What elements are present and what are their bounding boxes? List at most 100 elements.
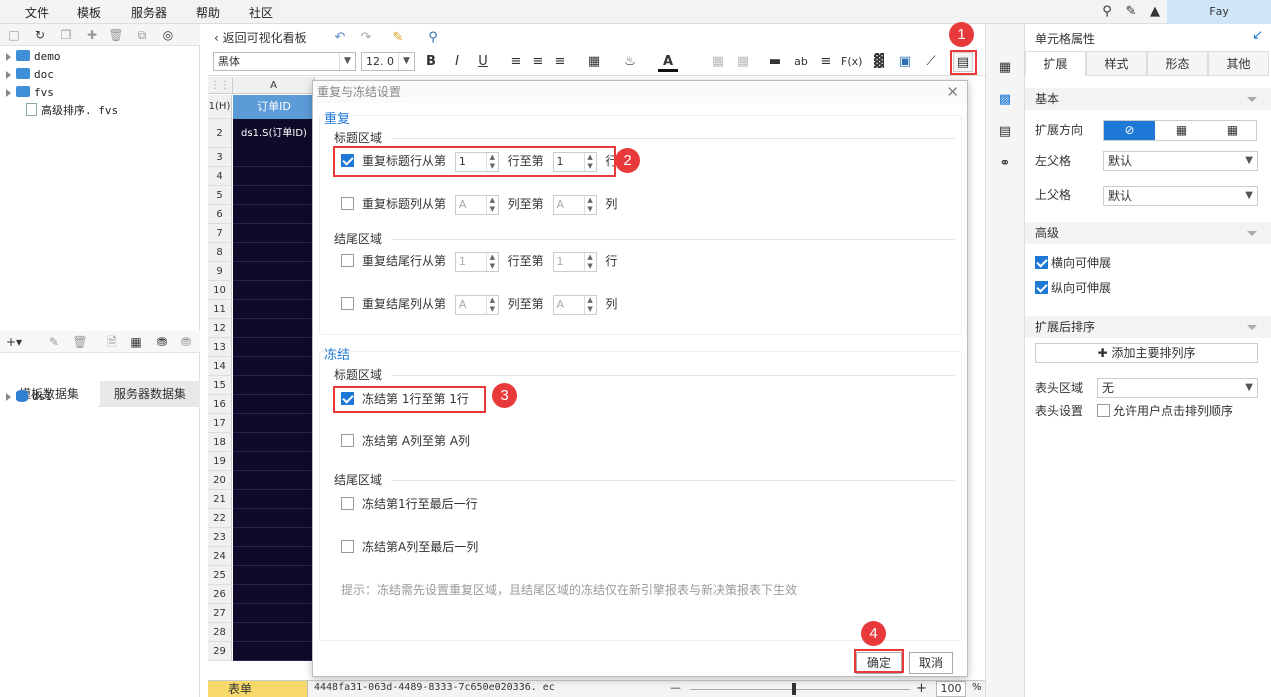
vertical-expand-icon[interactable]: ▦	[1156, 121, 1207, 140]
tab-server-dataset[interactable]: 服务器数据集	[100, 381, 200, 407]
tab-style[interactable]: 样式	[1086, 51, 1147, 76]
repeat-foot-row-to[interactable]: 1 ▲ ▼	[552, 251, 597, 272]
menu-help[interactable]: 帮助	[196, 4, 220, 21]
grid-cell[interactable]	[233, 243, 315, 262]
duplicate-icon[interactable]: ⧉	[134, 27, 150, 43]
notes-icon[interactable]: ✎	[1123, 4, 1139, 20]
row-header[interactable]: 22	[208, 509, 232, 528]
cell-attr-icon[interactable]: ▩	[995, 90, 1015, 110]
slash-icon[interactable]: ⟋	[921, 52, 941, 72]
font-family-select[interactable]: 黑体 ▼	[213, 52, 356, 71]
row-header[interactable]: 12	[208, 319, 232, 338]
tree-item-doc[interactable]: doc	[6, 66, 54, 84]
server-db-icon[interactable]: ⛃	[154, 334, 170, 350]
back-button[interactable]: ‹ 返回可视化看板	[214, 29, 307, 46]
paragraph-icon[interactable]: ≡	[816, 52, 836, 72]
grid-cell[interactable]	[233, 509, 315, 528]
grid-cell[interactable]	[233, 585, 315, 604]
grid-cell[interactable]	[233, 547, 315, 566]
row-header[interactable]: 24	[208, 547, 232, 566]
italic-button[interactable]: I	[447, 52, 467, 72]
grid-cell[interactable]	[233, 357, 315, 376]
user-name[interactable]: Fay	[1167, 0, 1271, 24]
collapse-icon[interactable]: ↙	[1252, 28, 1263, 43]
row-header[interactable]: 25	[208, 566, 232, 585]
grid-cell[interactable]	[233, 338, 315, 357]
grid-cell[interactable]	[233, 642, 315, 661]
freeze-col-checkbox[interactable]	[341, 434, 354, 447]
font-size-select[interactable]: 12. 0 ▼	[361, 52, 415, 71]
grid-cell[interactable]	[233, 433, 315, 452]
grid-cell[interactable]	[233, 319, 315, 338]
redo-icon[interactable]: ↷	[356, 28, 376, 48]
row-header[interactable]: 19	[208, 452, 232, 471]
repeat-foot-row-from[interactable]: 1 ▲ ▼	[454, 251, 499, 272]
font-color-icon[interactable]: A	[658, 52, 678, 72]
row-header[interactable]: 27	[208, 604, 232, 623]
edit-icon[interactable]: ✎	[46, 334, 62, 350]
row-header[interactable]: 10	[208, 281, 232, 300]
widget-icon[interactable]: ▦	[995, 58, 1015, 78]
row-header[interactable]: 9	[208, 262, 232, 281]
menu-template[interactable]: 模板	[77, 4, 101, 21]
cancel-button[interactable]: 取消	[909, 652, 953, 674]
grid-cell[interactable]	[233, 262, 315, 281]
copy-icon[interactable]: ❐	[58, 27, 74, 43]
tree-item-ds1[interactable]: ds1	[6, 388, 52, 406]
split-icon[interactable]: ▦	[733, 52, 753, 72]
grid-cell[interactable]	[233, 414, 315, 433]
h-expand-option[interactable]: 横向可伸展	[1035, 254, 1111, 271]
grid-cell[interactable]	[233, 566, 315, 585]
horizontal-expand-icon[interactable]: ▦	[1207, 121, 1258, 140]
grid-cell[interactable]	[233, 452, 315, 471]
text-cell-icon[interactable]: ▬	[765, 52, 785, 72]
row-header[interactable]: 21	[208, 490, 232, 509]
grid-cell[interactable]	[233, 376, 315, 395]
tab-expand[interactable]: 扩展	[1025, 51, 1086, 76]
row-header[interactable]: 3	[208, 148, 232, 167]
align-right-icon[interactable]: ≡	[550, 52, 570, 72]
bell-icon[interactable]: ▲	[1147, 4, 1163, 20]
row-header[interactable]: 16	[208, 395, 232, 414]
h-expand-checkbox[interactable]	[1035, 256, 1048, 269]
repeat-title-col-from[interactable]: A ▲ ▼	[454, 194, 499, 215]
zoom-out[interactable]: —	[670, 681, 681, 694]
row-header[interactable]: 15	[208, 376, 232, 395]
grid-cell[interactable]	[233, 186, 315, 205]
file-tab[interactable]: 4448fa31-063d-4489-8333-7c650e020336. ec	[314, 682, 555, 693]
row-header[interactable]: 4	[208, 167, 232, 186]
add-sort-button[interactable]: ✚ 添加主要排列序	[1035, 343, 1258, 363]
header-cell[interactable]: 订单ID	[233, 95, 315, 119]
repeat-foot-col-from[interactable]: A ▲ ▼	[454, 294, 499, 315]
section-advanced[interactable]: 高级	[1025, 222, 1271, 244]
corner-cell[interactable]: ⋮⋮	[208, 77, 233, 94]
zoom-thumb[interactable]	[792, 683, 796, 695]
menu-file[interactable]: 文件	[25, 4, 49, 21]
row-header-1[interactable]: 1(H)	[208, 95, 232, 119]
refresh-icon[interactable]: ↻	[32, 27, 48, 43]
tab-other[interactable]: 其他	[1208, 51, 1269, 76]
row-header[interactable]: 6	[208, 205, 232, 224]
row-header[interactable]: 14	[208, 357, 232, 376]
allow-sort-checkbox[interactable]	[1097, 404, 1110, 417]
db-settings-icon[interactable]: ⛃	[178, 334, 194, 350]
underline-button[interactable]: U	[473, 52, 493, 72]
v-expand-checkbox[interactable]	[1035, 281, 1048, 294]
repeat-title-col-checkbox[interactable]	[341, 197, 354, 210]
locate-icon[interactable]: ◎	[160, 27, 176, 43]
repeat-foot-col-to[interactable]: A ▲ ▼	[552, 294, 597, 315]
row-header[interactable]: 23	[208, 528, 232, 547]
freeze-foot-row-checkbox[interactable]	[341, 497, 354, 510]
grid-cell[interactable]	[233, 490, 315, 509]
new-folder-icon[interactable]: □	[6, 27, 22, 43]
row-header[interactable]: 7	[208, 224, 232, 243]
row-header[interactable]: 13	[208, 338, 232, 357]
grid-cell[interactable]	[233, 623, 315, 642]
row-header-2[interactable]: 2	[208, 119, 232, 148]
menu-community[interactable]: 社区	[249, 4, 273, 21]
row-header[interactable]: 17	[208, 414, 232, 433]
repeat-title-col-to[interactable]: A ▲ ▼	[552, 194, 597, 215]
tab-form[interactable]: 形态	[1147, 51, 1208, 76]
row-header[interactable]: 8	[208, 243, 232, 262]
section-basic[interactable]: 基本	[1025, 88, 1271, 110]
